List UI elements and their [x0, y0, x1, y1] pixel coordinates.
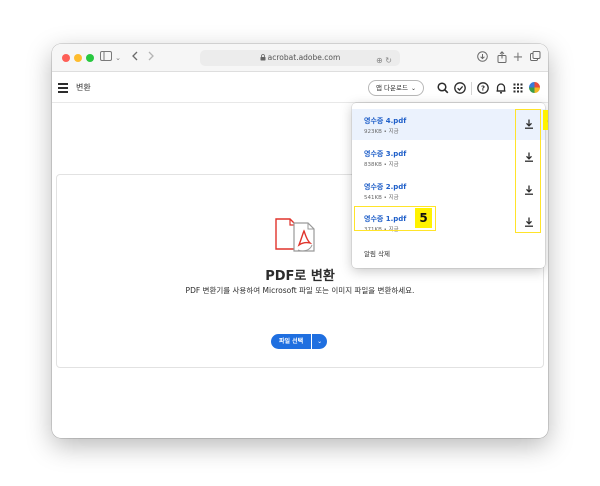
highlight-download-buttons — [515, 109, 541, 233]
translate-reload-icons[interactable]: ⊕ ↻ — [376, 53, 392, 69]
app-download-button[interactable]: 앱 다운로드 ⌄ — [368, 80, 424, 96]
avatar[interactable] — [528, 81, 541, 94]
select-file-menu-button[interactable]: ⌄ — [312, 334, 328, 349]
downloads-icon[interactable] — [476, 51, 488, 65]
sidebar-toggle-icon[interactable] — [100, 51, 112, 65]
app-header: 변환 앱 다운로드 ⌄ ? — [52, 73, 548, 103]
file-select-button-group: 파일 선택 ⌄ — [271, 334, 328, 349]
chevron-down-icon: ⌄ — [317, 338, 323, 345]
check-circle-icon[interactable] — [453, 81, 467, 95]
download-file-meta: 923KB • 지금 — [364, 129, 399, 135]
help-icon[interactable]: ? — [476, 81, 490, 95]
new-tab-icon[interactable]: + — [512, 51, 524, 65]
svg-text:?: ? — [481, 85, 485, 93]
select-file-button[interactable]: 파일 선택 — [271, 334, 312, 349]
tab-overview-icon[interactable] — [529, 51, 541, 65]
address-bar[interactable]: acrobat.adobe.com ⊕ ↻ — [200, 50, 400, 66]
close-window-button[interactable] — [62, 54, 70, 62]
chevron-down-icon[interactable]: ⌄ — [114, 51, 122, 65]
minimize-window-button[interactable] — [74, 54, 82, 62]
lock-icon — [260, 51, 266, 67]
hamburger-menu-icon[interactable] — [58, 83, 68, 93]
forward-icon[interactable] — [146, 51, 156, 65]
search-icon[interactable] — [436, 81, 450, 95]
chevron-down-icon: ⌄ — [410, 85, 416, 92]
back-icon[interactable] — [130, 51, 140, 65]
browser-toolbar: ⌄ acrobat.adobe.com ⊕ ↻ + — [52, 44, 548, 72]
browser-window: ⌄ acrobat.adobe.com ⊕ ↻ + 변환 앱 다운로드 ⌄ ? … — [52, 44, 548, 438]
download-file-name[interactable]: 영수증 4.pdf — [364, 116, 406, 126]
bell-icon[interactable] — [494, 81, 508, 95]
zoom-window-button[interactable] — [86, 54, 94, 62]
download-file-meta: 541KB • 지금 — [364, 195, 399, 201]
download-file-name[interactable]: 영수증 2.pdf — [364, 182, 406, 192]
url-text: acrobat.adobe.com — [267, 53, 341, 62]
step-label-4: 4 — [543, 110, 548, 130]
download-file-meta: 838KB • 지금 — [364, 162, 399, 168]
download-file-name[interactable]: 영수증 3.pdf — [364, 149, 406, 159]
header-divider — [471, 82, 472, 95]
convert-file-icon — [275, 218, 315, 252]
app-grid-icon[interactable] — [511, 81, 525, 95]
app-download-label: 앱 다운로드 — [376, 84, 408, 92]
step-label-5: 5 — [415, 208, 432, 228]
page-title: 변환 — [76, 83, 91, 92]
convert-description: PDF 변환기를 사용하여 Microsoft 파일 또는 이미지 파일을 변환… — [185, 286, 415, 295]
clear-notifications-link[interactable]: 알림 삭제 — [364, 248, 390, 258]
share-icon[interactable] — [496, 51, 508, 65]
